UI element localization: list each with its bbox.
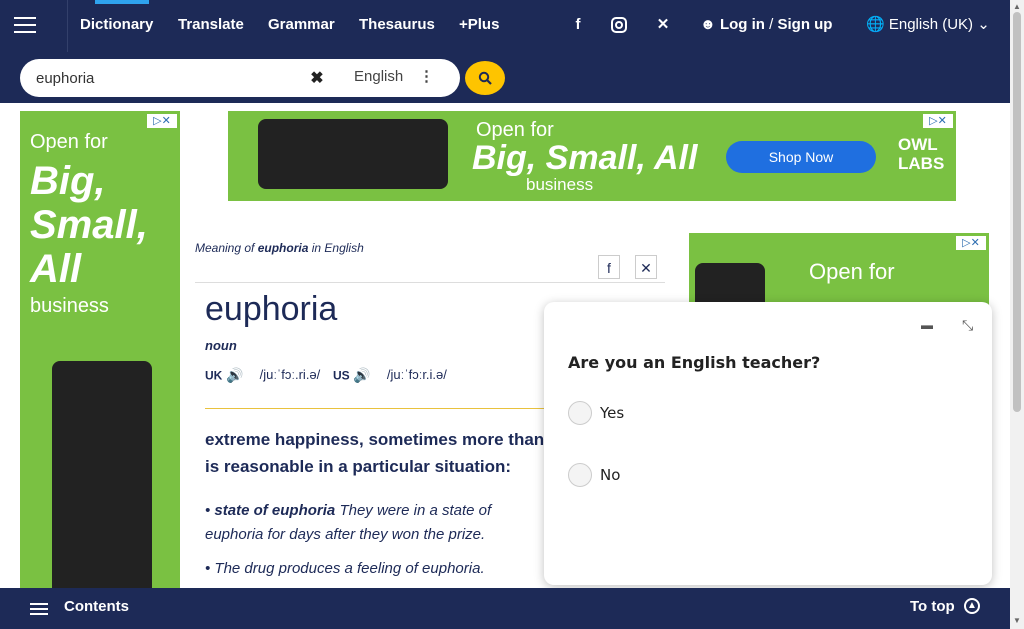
scroll-up-icon[interactable]: ▲ (1013, 2, 1021, 11)
arrow-up-icon[interactable]: ▲ (964, 598, 980, 614)
radio-button[interactable] (568, 463, 592, 487)
ad-text: Open for (809, 259, 895, 284)
definition-text: extreme happiness, sometimes more than i… (205, 430, 545, 476)
divider (205, 408, 545, 409)
audio-speaker-icon[interactable]: 🔊 (353, 367, 373, 385)
close-icon[interactable]: ⤡ (962, 318, 976, 332)
nav-plus[interactable]: +Plus (459, 0, 499, 52)
x-twitter-icon[interactable]: ✕ (645, 15, 681, 35)
meaning-header: Meaning of euphoria in English (195, 241, 364, 255)
separator: / (769, 16, 774, 33)
option-label: Yes (600, 404, 625, 422)
scroll-down-icon[interactable]: ▼ (1013, 616, 1021, 625)
part-of-speech: noun (205, 338, 237, 353)
language-selector[interactable]: 🌐 English (UK) ⌄ (866, 15, 990, 35)
bottom-bar: Contents To top ▲ (0, 588, 1010, 629)
scroll-thumb[interactable] (1013, 12, 1021, 412)
globe-icon: 🌐 (866, 16, 885, 33)
more-options-icon: ⋮ (419, 68, 434, 85)
contents-link[interactable]: Contents (64, 598, 129, 615)
ipa-us: /juːˈfɔːr.i.ə/ (386, 367, 447, 383)
ad-text: Open for (30, 131, 108, 153)
ad-choices-icon[interactable]: ▷✕ (147, 114, 177, 128)
radio-button[interactable] (568, 401, 592, 425)
minimize-icon[interactable]: ▬ (921, 318, 935, 332)
option-label: No (600, 466, 621, 484)
signup-link[interactable]: Sign up (777, 16, 832, 33)
meaning-headword: euphoria (257, 241, 309, 255)
divider (67, 0, 68, 52)
nav-translate[interactable]: Translate (178, 0, 244, 52)
ad-text: business (30, 295, 109, 317)
user-icon: ☻ (700, 16, 716, 33)
ad-text: business (526, 175, 594, 194)
facebook-icon[interactable]: f (560, 15, 596, 35)
dictionary-selector[interactable]: English ⋮ (334, 62, 450, 92)
chevron-down-icon: ⌄ (977, 16, 990, 33)
top-navigation-bar: Dictionary Translate Grammar Thesaurus +… (0, 0, 1010, 52)
region-label: UK (205, 368, 223, 383)
audio-speaker-icon[interactable]: 🔊 (226, 367, 246, 385)
example-sentence: • state of euphoria They were in a state… (205, 502, 492, 543)
search-bar: ✖ English ⋮ (0, 52, 1010, 103)
ipa-uk: /juːˈfɔː.ri.ə/ (259, 367, 321, 383)
example-text: The drug produces a feeling of euphoria. (214, 560, 485, 577)
ad-cta-button[interactable]: Shop Now (726, 141, 876, 173)
search-input[interactable] (36, 67, 316, 89)
nav-grammar[interactable]: Grammar (268, 0, 335, 52)
contents-menu-icon[interactable] (30, 600, 50, 618)
dictionary-label: English (354, 68, 404, 85)
scrollbar[interactable]: ▲ ▼ (1010, 0, 1024, 629)
ad-product-image (52, 361, 152, 601)
ad-banner-left[interactable]: ▷✕ Open for Big, Small, All business (20, 111, 180, 601)
ad-banner-top[interactable]: ▷✕ Open for Big, Small, All business Sho… (228, 111, 956, 201)
meaning-suffix: in English (311, 241, 364, 255)
pronunciation-uk: UK 🔊 /juːˈfɔː.ri.ə/ (205, 367, 320, 385)
ad-choices-icon[interactable]: ▷✕ (923, 114, 953, 128)
login-area: ☻ Log in / Sign up (700, 15, 832, 35)
pronunciation-us: US 🔊 /juːˈfɔːr.i.ə/ (333, 367, 447, 385)
ad-brand-logo: OWL LABS (898, 135, 945, 173)
to-top-link[interactable]: To top (910, 598, 955, 615)
nav-thesaurus[interactable]: Thesaurus (359, 0, 435, 52)
divider (195, 282, 665, 283)
menu-icon[interactable] (10, 12, 40, 38)
language-label: English (UK) (888, 16, 974, 33)
popup-question: Are you an English teacher? (568, 353, 821, 372)
ad-product-image (258, 119, 448, 189)
example-sentence: • The drug produces a feeling of euphori… (205, 560, 485, 577)
nav-dictionary[interactable]: Dictionary (80, 0, 153, 52)
meaning-prefix: Meaning of (195, 241, 255, 255)
search-box: ✖ English ⋮ (20, 59, 460, 97)
survey-popup: ▬ ⤡ Are you an English teacher? Yes No (544, 302, 992, 585)
share-facebook-icon[interactable]: f (598, 255, 620, 279)
login-link[interactable]: Log in (720, 16, 765, 33)
headword: euphoria (205, 290, 338, 328)
share-x-icon[interactable]: ✕ (635, 255, 657, 279)
search-icon (478, 71, 492, 85)
example-phrase: state of euphoria (214, 502, 336, 519)
ad-choices-icon[interactable]: ▷✕ (956, 236, 986, 250)
ad-headline: Big, Small, All (472, 139, 698, 177)
ad-headline: Big, Small, All (30, 159, 148, 291)
search-button[interactable] (465, 61, 505, 95)
region-label: US (333, 368, 350, 383)
instagram-icon[interactable] (601, 15, 637, 35)
clear-search-icon[interactable]: ✖ (306, 68, 328, 90)
